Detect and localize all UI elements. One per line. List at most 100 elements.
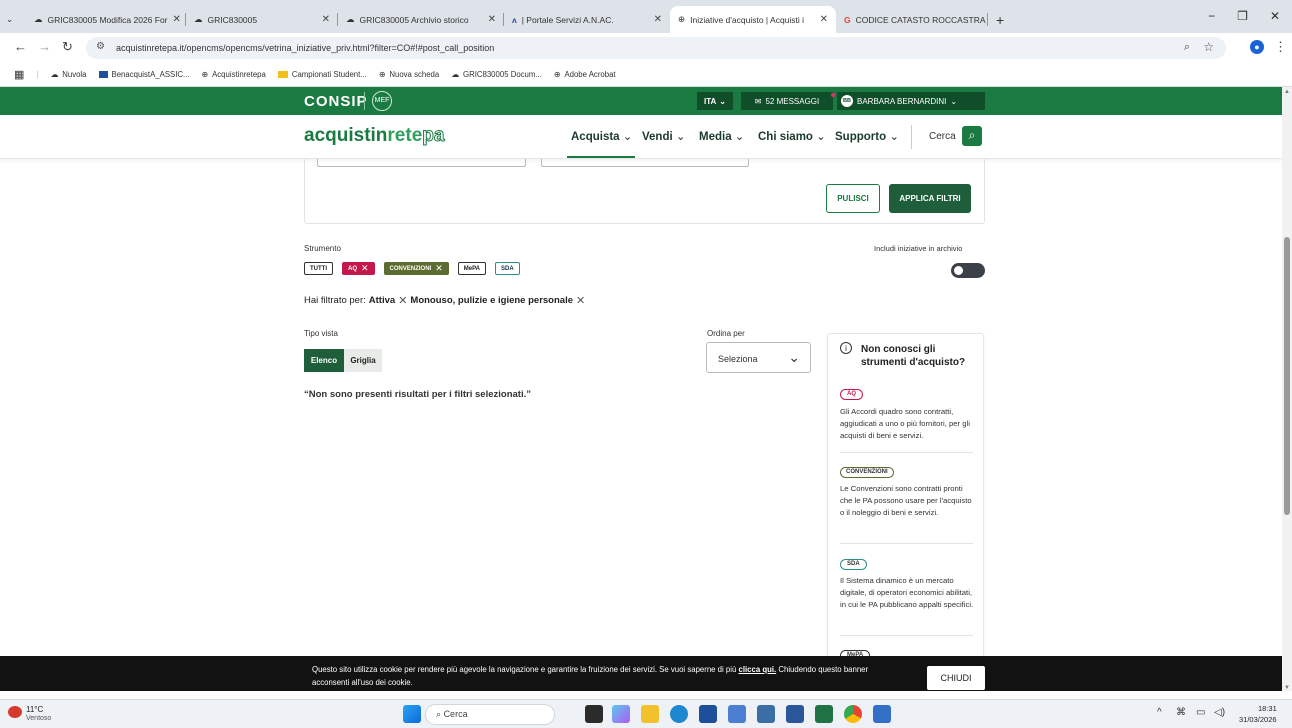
apps-grid-icon[interactable]: ▦ — [14, 68, 24, 81]
word-icon[interactable] — [786, 705, 804, 723]
bookmark-campionati[interactable]: Campionati Student... — [277, 70, 367, 79]
bookmark-nuova-scheda[interactable]: ⊕ Nuova scheda — [379, 70, 439, 79]
app-icon[interactable] — [728, 705, 746, 723]
language-selector[interactable]: ITA ⌄ — [697, 92, 733, 110]
copilot-icon[interactable] — [612, 705, 630, 723]
bookmark-adobe[interactable]: ⊕ Adobe Acrobat — [554, 70, 616, 79]
cookie-text: Questo sito utilizza cookie per rendere … — [312, 665, 869, 687]
restore-icon[interactable]: ❐ — [1237, 9, 1248, 23]
cloud-icon: ☁ — [346, 14, 355, 24]
excel-icon[interactable] — [815, 705, 833, 723]
close-icon[interactable]: ✕ — [654, 14, 662, 25]
chip-mepa[interactable]: MePA — [457, 262, 486, 275]
tab-2[interactable]: ☁ GRIC830005 ✕ — [186, 6, 338, 33]
edge-icon[interactable] — [670, 705, 688, 723]
taskbar-search[interactable]: ⌕ Cerca — [425, 704, 555, 725]
tipo-vista-label: Tipo vista — [304, 329, 338, 338]
minimize-icon[interactable]: − — [1208, 9, 1215, 23]
url-field[interactable]: ⚙ acquistinretepa.it/opencms/opencms/vet… — [86, 37, 1226, 59]
chip-convenzioni[interactable]: CONVENZIONI ✕ — [383, 262, 449, 275]
user-menu[interactable]: BB BARBARA BERNARDINI ⌄ — [837, 92, 985, 110]
clock-date[interactable]: 31/03/2026 — [1239, 715, 1277, 724]
info-card: i Non conosci gli strumenti d'acquisto? … — [827, 333, 984, 658]
filter-select-1[interactable] — [317, 159, 526, 167]
info-card-title: Non conosci gli strumenti d'acquisto? — [861, 344, 966, 368]
nav-supporto[interactable]: Supporto ⌄ — [835, 129, 899, 143]
page-scrollbar[interactable]: ▲ ▼ — [1282, 87, 1292, 691]
archive-toggle[interactable] — [951, 263, 985, 278]
close-icon[interactable]: ✕ — [488, 14, 496, 25]
tab-title: CODICE CATASTO ROCCASTRA — [855, 14, 986, 25]
apply-filters-button[interactable]: APPLICA FILTRI — [889, 184, 971, 213]
close-icon: ✕ — [435, 263, 443, 273]
filter-select-2[interactable] — [541, 159, 749, 167]
teams-icon[interactable] — [873, 705, 891, 723]
tab-1[interactable]: ☁ GRIC830005 Modifica 2026 For ✕ — [26, 6, 186, 33]
bookmark-benacquista[interactable]: BenacquistA_ASSIC... — [98, 70, 190, 79]
file-explorer-icon[interactable] — [641, 705, 659, 723]
nav-vendi[interactable]: Vendi ⌄ — [642, 129, 686, 143]
scroll-up-icon[interactable]: ▲ — [1284, 89, 1290, 95]
cookie-close-button[interactable]: CHIUDI — [927, 666, 985, 690]
close-icon[interactable]: ✕ — [173, 14, 181, 25]
nav-chi-siamo[interactable]: Chi siamo ⌄ — [758, 129, 826, 143]
cookie-policy-link[interactable]: clicca qui. — [738, 665, 776, 674]
chip-sda[interactable]: SDA — [495, 262, 520, 275]
search-label[interactable]: Cerca — [929, 131, 956, 142]
windows-start-icon[interactable] — [403, 705, 421, 723]
chevron-down-icon: ⌄ — [719, 96, 726, 106]
bookmark-gric-docum[interactable]: ☁ GRIC830005 Docum... — [451, 70, 542, 79]
monitor-icon[interactable]: ▭ — [1196, 707, 1205, 718]
close-icon[interactable]: ✕ — [322, 14, 330, 25]
site-info-icon[interactable]: ⚙ — [96, 41, 105, 52]
view-griglia-button[interactable]: Griglia — [344, 349, 382, 372]
bookmark-star-icon[interactable]: ☆ — [1203, 40, 1214, 54]
close-window-icon[interactable]: ✕ — [1270, 9, 1280, 23]
remove-filter-monouso-icon[interactable]: ✕ — [576, 294, 585, 307]
sort-select[interactable]: Seleziona ⌄ — [706, 342, 811, 373]
scrollbar-thumb[interactable] — [1284, 237, 1290, 515]
volume-icon[interactable]: ◁) — [1214, 707, 1225, 718]
forward-icon[interactable]: → — [38, 39, 51, 54]
kebab-menu-icon[interactable]: ⋮ — [1274, 39, 1287, 55]
reload-icon[interactable]: ↻ — [62, 39, 73, 55]
messages-button[interactable]: ✉ 52 MESSAGGI — [741, 92, 835, 110]
clear-filters-button[interactable]: PULISCI — [826, 184, 880, 213]
close-icon[interactable]: ✕ — [820, 14, 828, 25]
tab-3[interactable]: ☁ GRIC830005 Archivio storico ✕ — [338, 6, 504, 33]
new-tab-button[interactable]: + — [988, 6, 1012, 33]
toggle-knob — [954, 266, 963, 275]
remove-filter-attiva-icon[interactable]: ✕ — [398, 294, 407, 307]
task-view-icon[interactable] — [585, 705, 603, 723]
weather-icon[interactable] — [8, 706, 22, 718]
clock-time[interactable]: 18:31 — [1258, 704, 1277, 713]
tab-4[interactable]: ʌ | Portale Servizi A.N.AC. ✕ — [504, 6, 670, 33]
tab-6[interactable]: G CODICE CATASTO ROCCASTRA ✕ — [836, 6, 988, 33]
scroll-down-icon[interactable]: ▼ — [1284, 685, 1290, 691]
tab-search-button[interactable]: ⌄ — [0, 6, 26, 33]
bookmark-acquistinretepa[interactable]: ⊕ Acquistinretepa — [202, 70, 266, 79]
mef-logo[interactable]: MEF — [372, 91, 392, 111]
store-icon[interactable] — [699, 705, 717, 723]
bookmarks-bar: ▦ | ☁ Nuvola BenacquistA_ASSIC... ⊕ Acquis… — [0, 63, 1292, 87]
tray-chevron-icon[interactable]: ^ — [1157, 707, 1162, 718]
consip-logo[interactable]: CONSIP — [304, 93, 368, 110]
profile-avatar-icon[interactable]: ● — [1250, 40, 1264, 54]
archive-toggle-label: Includi iniziative in archivio — [874, 244, 963, 253]
chip-tutti[interactable]: TUTTI — [304, 262, 333, 275]
zoom-icon[interactable]: ⌕ — [1184, 41, 1190, 54]
network-icon[interactable]: ⌘ — [1176, 707, 1186, 718]
nav-media[interactable]: Media ⌄ — [699, 129, 744, 143]
back-icon[interactable]: ← — [14, 39, 27, 54]
bookmark-nuvola[interactable]: ☁ Nuvola — [50, 70, 86, 79]
nav-acquista[interactable]: Acquista ⌄ — [571, 129, 632, 143]
search-button[interactable]: ⌕ — [962, 126, 982, 146]
view-elenco-button[interactable]: Elenco — [304, 349, 344, 372]
acquistinretepa-logo[interactable]: acquistinretepa — [304, 125, 445, 147]
cloud-icon: ☁ — [50, 70, 59, 79]
chip-aq[interactable]: AQ ✕ — [342, 262, 375, 275]
active-filters: Hai filtrato per: Attiva ✕ Monouso, puli… — [304, 294, 586, 307]
tab-5-active[interactable]: ⊕ Iniziative d'acquisto | Acquisti i ✕ — [670, 6, 836, 33]
chrome-icon[interactable] — [844, 705, 862, 723]
calculator-icon[interactable] — [757, 705, 775, 723]
